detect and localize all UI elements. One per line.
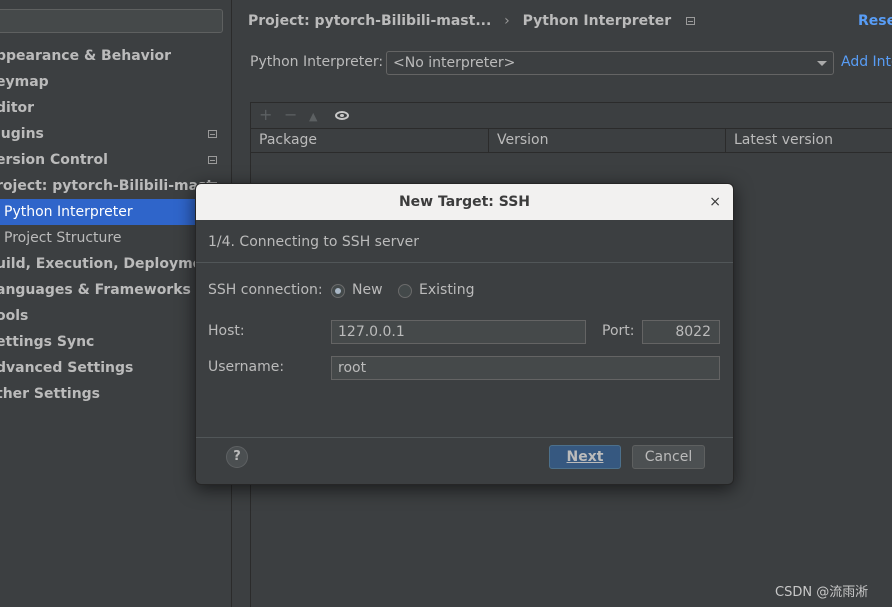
sidebar-item-appearance[interactable]: ppearance & Behavior bbox=[0, 43, 171, 69]
sidebar-item-label: lugins bbox=[0, 126, 44, 142]
interpreter-dropdown[interactable]: <No interpreter> bbox=[386, 51, 834, 75]
close-icon[interactable]: × bbox=[709, 184, 721, 220]
dialog-title: New Target: SSH bbox=[398, 194, 531, 210]
radio-existing-label[interactable]: Existing bbox=[419, 282, 474, 298]
sidebar-item-editor[interactable]: ditor bbox=[0, 95, 34, 121]
sidebar-item-project[interactable]: roject: pytorch-Bilibili-mast bbox=[0, 173, 228, 199]
interpreter-value: <No interpreter> bbox=[393, 55, 516, 71]
sidebar-item-plugins[interactable]: lugins bbox=[0, 121, 228, 147]
sidebar-item-other-settings[interactable]: ther Settings bbox=[0, 381, 100, 407]
add-package-button[interactable]: + bbox=[259, 106, 272, 124]
settings-scope-icon bbox=[208, 156, 217, 164]
sidebar-item-tools[interactable]: ools bbox=[0, 303, 28, 329]
sidebar-item-label: ools bbox=[0, 308, 29, 324]
sidebar-item-settings-sync[interactable]: ettings Sync bbox=[0, 329, 94, 355]
sidebar-item-languages[interactable]: anguages & Frameworks bbox=[0, 277, 191, 303]
packages-table-header: Package Version Latest version bbox=[251, 128, 892, 153]
divider bbox=[196, 262, 733, 263]
sidebar-item-build[interactable]: uild, Execution, Deploymen bbox=[0, 251, 212, 277]
sidebar-item-keymap[interactable]: eymap bbox=[0, 69, 49, 95]
sidebar-item-version-control[interactable]: ersion Control bbox=[0, 147, 228, 173]
breadcrumb-current-page: Python Interpreter bbox=[522, 13, 672, 29]
port-field[interactable]: 8022 bbox=[642, 320, 720, 344]
sidebar-item-label: dvanced Settings bbox=[0, 360, 134, 376]
username-label: Username: bbox=[208, 359, 285, 375]
host-label: Host: bbox=[208, 323, 245, 339]
ssh-connection-label: SSH connection: bbox=[208, 282, 323, 298]
sidebar-item-label: ppearance & Behavior bbox=[0, 48, 172, 64]
sidebar-item-label: roject: pytorch-Bilibili-mast bbox=[0, 178, 214, 194]
sidebar-item-label: ettings Sync bbox=[0, 334, 95, 350]
column-header-package[interactable]: Package bbox=[251, 129, 489, 153]
breadcrumb: Project: pytorch-Bilibili-mast... › Pyth… bbox=[248, 13, 696, 33]
new-target-ssh-dialog: New Target: SSH × 1/4. Connecting to SSH… bbox=[195, 183, 734, 485]
sidebar-item-advanced-settings[interactable]: dvanced Settings bbox=[0, 355, 133, 381]
settings-scope-icon bbox=[208, 130, 217, 138]
remove-package-button[interactable]: − bbox=[284, 106, 297, 124]
username-field[interactable]: root bbox=[331, 356, 720, 380]
settings-search-input[interactable] bbox=[0, 9, 223, 33]
host-field[interactable]: 127.0.0.1 bbox=[331, 320, 586, 344]
cancel-button[interactable]: Cancel bbox=[632, 445, 705, 469]
next-button[interactable]: Next bbox=[549, 445, 621, 469]
sidebar-item-label: ther Settings bbox=[0, 386, 101, 402]
help-button[interactable]: ? bbox=[226, 446, 248, 468]
reset-link[interactable]: Rese bbox=[858, 13, 892, 29]
sidebar-item-project-structure[interactable]: Project Structure bbox=[4, 225, 121, 251]
interpreter-label: Python Interpreter: bbox=[250, 54, 384, 70]
breadcrumb-project: Project: pytorch-Bilibili-mast... bbox=[248, 13, 492, 29]
sidebar-item-label: uild, Execution, Deploymen bbox=[0, 256, 213, 272]
dialog-titlebar: New Target: SSH × bbox=[196, 184, 733, 220]
watermark: CSDN @流雨淅 bbox=[775, 585, 869, 600]
breadcrumb-separator: › bbox=[504, 13, 510, 29]
wizard-step-title: 1/4. Connecting to SSH server bbox=[208, 234, 419, 250]
port-label: Port: bbox=[602, 323, 635, 339]
upgrade-package-button[interactable]: ▲ bbox=[309, 108, 317, 126]
settings-scope-icon bbox=[686, 17, 696, 25]
sidebar-item-label: anguages & Frameworks bbox=[0, 282, 191, 298]
add-interpreter-link[interactable]: Add Inte bbox=[841, 54, 892, 70]
sidebar-item-label: ditor bbox=[0, 100, 35, 116]
eye-icon[interactable] bbox=[335, 111, 349, 120]
sidebar-item-label: eymap bbox=[0, 74, 49, 90]
radio-new-label[interactable]: New bbox=[352, 282, 383, 298]
sidebar-item-label: Python Interpreter bbox=[4, 204, 133, 220]
radio-new[interactable] bbox=[331, 284, 345, 298]
sidebar-item-label: Project Structure bbox=[4, 230, 122, 246]
divider bbox=[196, 437, 733, 438]
chevron-down-icon bbox=[817, 61, 827, 66]
sidebar-item-label: ersion Control bbox=[0, 152, 108, 168]
radio-existing[interactable] bbox=[398, 284, 412, 298]
column-header-version[interactable]: Version bbox=[489, 129, 726, 153]
column-header-latest-version[interactable]: Latest version bbox=[726, 129, 892, 153]
packages-toolbar: + − ▲ bbox=[251, 103, 892, 128]
